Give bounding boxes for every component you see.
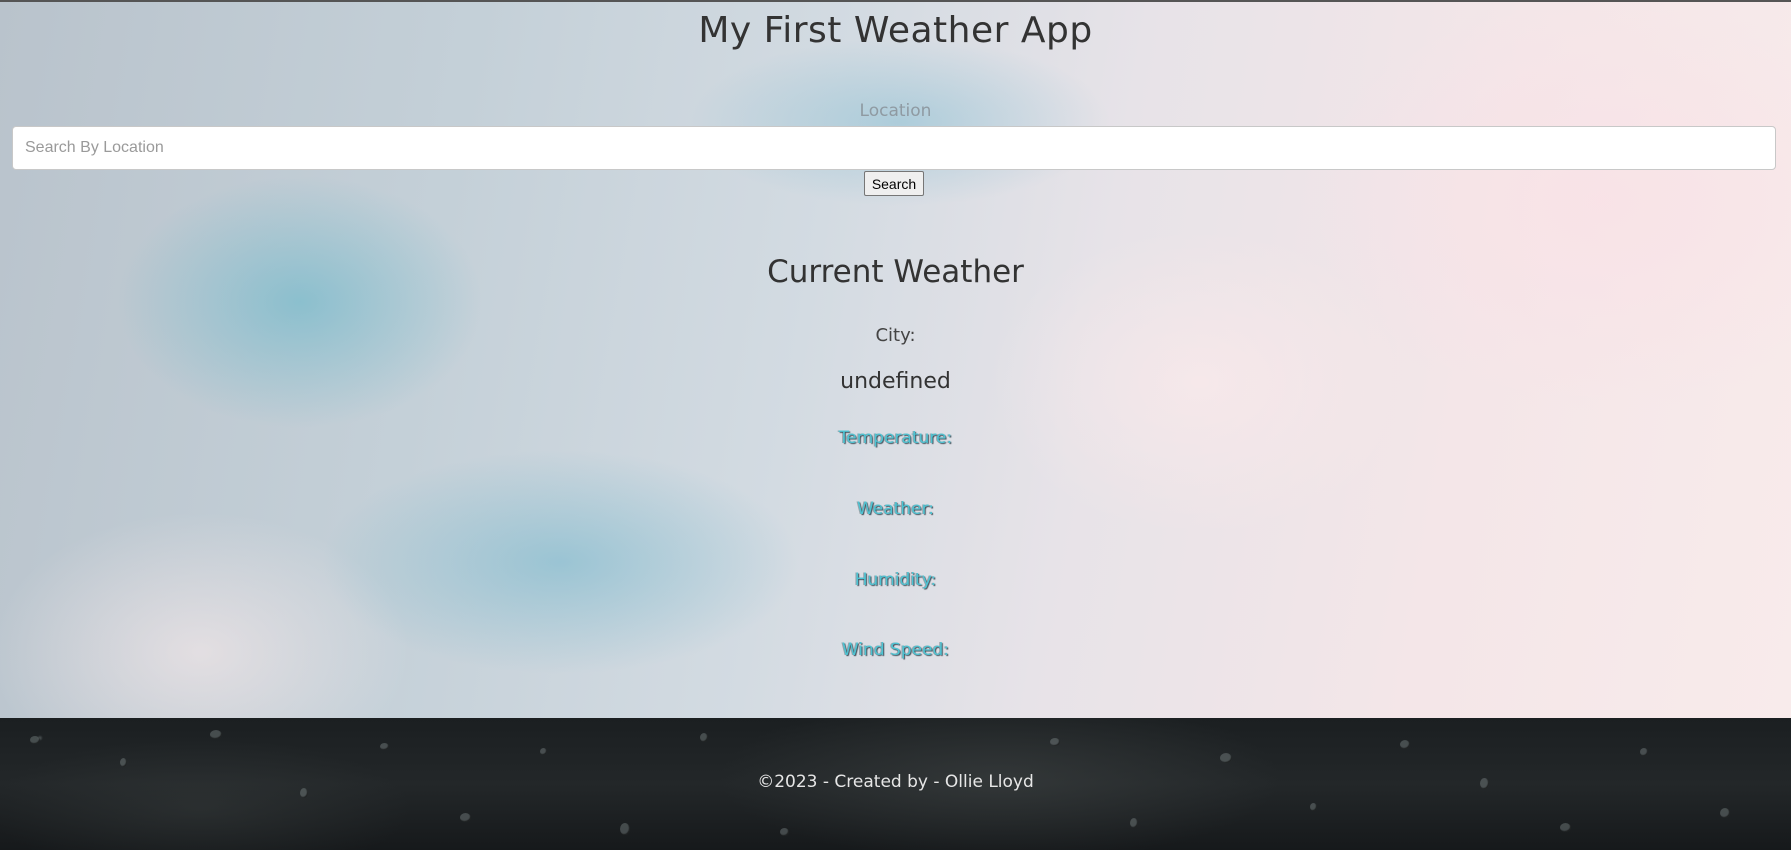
raindrop bbox=[460, 813, 471, 822]
temperature-label: Temperature: bbox=[838, 428, 953, 448]
raindrop bbox=[540, 748, 547, 755]
city-label: City: bbox=[875, 325, 916, 346]
city-value: undefined bbox=[840, 369, 951, 394]
current-weather-title: Current Weather bbox=[767, 254, 1024, 290]
raindrop bbox=[700, 733, 708, 742]
app-title: My First Weather App bbox=[698, 10, 1093, 51]
raindrop bbox=[120, 758, 127, 767]
raindrop bbox=[30, 736, 40, 744]
humidity-label: Humidity: bbox=[854, 570, 937, 590]
raindrop bbox=[1050, 738, 1060, 746]
search-input[interactable] bbox=[12, 126, 1776, 170]
raindrop bbox=[780, 828, 789, 836]
main-content: My First Weather App Location Search Cur… bbox=[0, 0, 1791, 718]
raindrop bbox=[1130, 818, 1138, 828]
raindrop bbox=[1310, 803, 1317, 811]
footer-copyright: ©2023 - Created by - Ollie Lloyd bbox=[757, 772, 1034, 792]
raindrop bbox=[1560, 823, 1571, 832]
raindrop bbox=[1220, 753, 1232, 763]
search-button[interactable]: Search bbox=[864, 171, 924, 196]
raindrop bbox=[620, 823, 630, 835]
raindrop bbox=[1720, 808, 1730, 818]
raindrop bbox=[1400, 740, 1410, 749]
footer: ©2023 - Created by - Ollie Lloyd bbox=[0, 718, 1791, 850]
wind-speed-label: Wind Speed: bbox=[841, 640, 950, 660]
raindrop bbox=[380, 743, 389, 750]
location-label: Location bbox=[859, 101, 932, 121]
raindrop bbox=[1640, 748, 1648, 756]
raindrop bbox=[210, 730, 222, 739]
weather-label: Weather: bbox=[856, 499, 934, 519]
